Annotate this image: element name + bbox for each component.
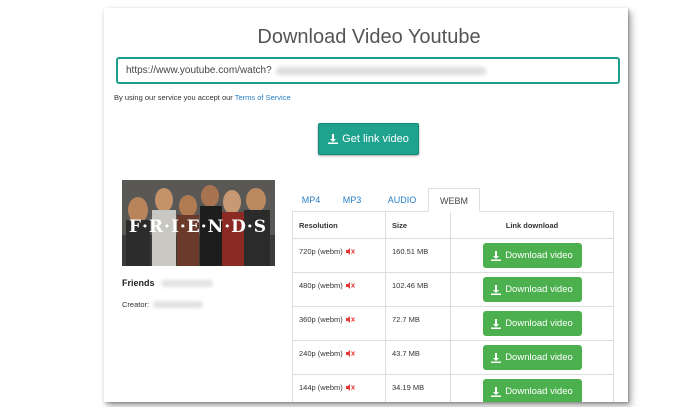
resolution-cell: 240p (webm) [299,349,343,358]
terms-notice: By using our service you accept our Term… [114,93,291,102]
video-name-text: Friends [122,278,155,288]
download-video-button[interactable]: Download video [482,311,582,336]
table-row: 360p (webm) 72.7 MB Download video [292,306,614,341]
get-link-label: Get link video [342,133,409,145]
creator-label: Creator: [122,300,150,309]
size-cell: 72.7 MB [392,315,420,324]
download-video-label: Download video [505,352,573,363]
resolution-cell: 480p (webm) [299,281,343,290]
download-icon [491,284,502,295]
muted-speaker-icon [345,350,355,357]
resolution-cell: 360p (webm) [299,315,343,324]
resolution-cell: 720p (webm) [299,247,343,256]
video-name-blurred [160,279,213,287]
tab-mp4[interactable]: MP4 [292,188,330,212]
video-thumbnail: F·R·I·E·N·D·S [122,180,275,266]
tab-mp3[interactable]: MP3 [332,188,372,212]
resolution-cell: 144p (webm) [299,383,343,392]
download-icon [491,250,502,261]
terms-prefix: By using our service you accept our [114,93,235,102]
download-icon [491,352,502,363]
download-video-button[interactable]: Download video [482,345,582,370]
muted-speaker-icon [345,248,355,255]
download-table: Resolution Size Link download 720p (webm… [292,211,614,402]
size-cell: 34.19 MB [392,383,425,392]
url-text: https://www.youtube.com/watch? [126,65,272,76]
video-creator: Creator: [122,300,204,309]
page-title: Download Video Youtube [257,26,481,48]
header-resolution: Resolution [292,211,386,239]
header-size: Size [385,211,451,239]
table-row: 240p (webm) 43.7 MB Download video [292,340,614,375]
download-video-button[interactable]: Download video [482,243,582,268]
download-video-label: Download video [505,284,573,295]
format-tabs: MP4 MP3 AUDIO WEBM [292,188,612,212]
download-video-button[interactable]: Download video [482,379,582,402]
muted-speaker-icon [345,316,355,323]
download-video-label: Download video [505,386,573,397]
table-row: 144p (webm) 34.19 MB Download video [292,374,614,402]
size-cell: 43.7 MB [392,349,420,358]
creator-name-blurred [153,301,204,308]
header-link-download: Link download [450,211,614,239]
download-video-label: Download video [505,250,573,261]
download-icon [491,318,502,329]
table-row: 480p (webm) 102.46 MB Download video [292,272,614,307]
download-icon [328,134,339,144]
thumbnail-logo-text: F·R·I·E·N·D·S [129,217,267,237]
tab-audio[interactable]: AUDIO [378,188,426,212]
muted-speaker-icon [345,282,355,289]
table-row: 720p (webm) 160.51 MB Download video [292,238,614,273]
download-icon [491,386,502,397]
download-panel: Download Video Youtube https://www.youtu… [104,8,628,402]
url-input[interactable]: https://www.youtube.com/watch? [116,57,620,84]
table-header-row: Resolution Size Link download [292,211,614,239]
video-title: Friends [122,278,213,288]
download-video-button[interactable]: Download video [482,277,582,302]
download-video-label: Download video [505,318,573,329]
size-cell: 160.51 MB [392,247,429,256]
muted-speaker-icon [345,384,355,391]
get-link-button[interactable]: Get link video [318,123,419,155]
size-cell: 102.46 MB [392,281,429,290]
tab-webm[interactable]: WEBM [428,188,480,212]
url-blurred-portion [275,66,486,75]
terms-of-service-link[interactable]: Terms of Service [235,93,291,102]
